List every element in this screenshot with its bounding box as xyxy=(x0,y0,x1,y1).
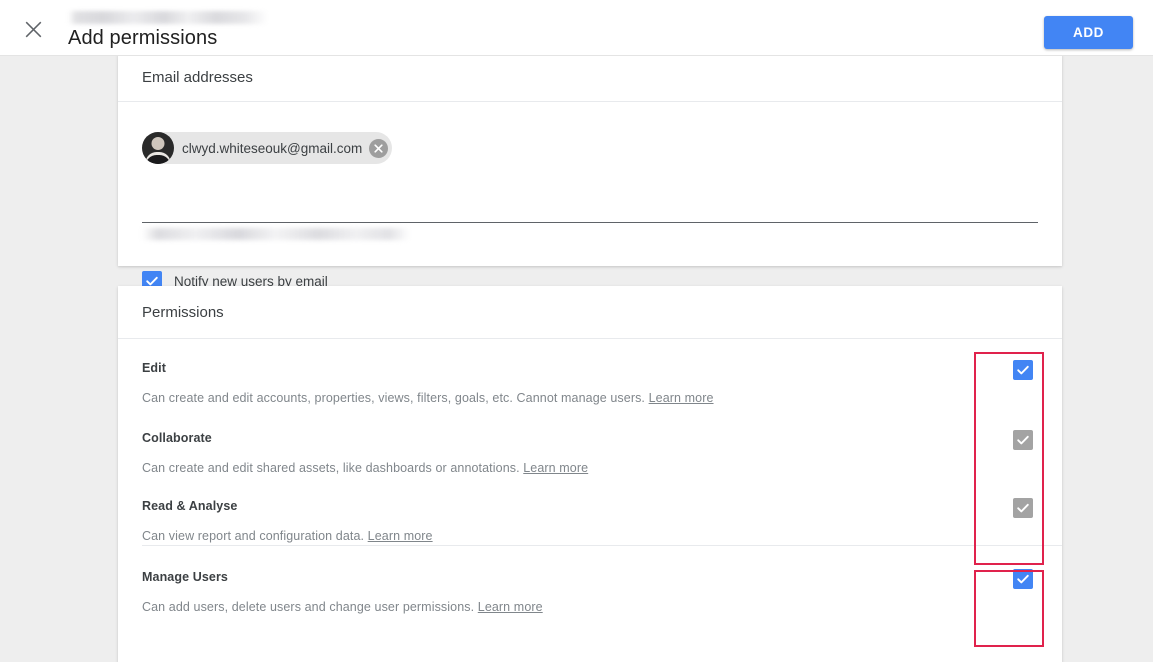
remove-chip-icon[interactable] xyxy=(369,138,389,158)
dialog-header: Add permissions ADD xyxy=(0,0,1153,56)
redacted-helper-text xyxy=(142,228,410,240)
permission-description-text: Can view report and configuration data. xyxy=(142,529,365,543)
learn-more-link[interactable]: Learn more xyxy=(368,529,433,543)
collaborate-permission-checkbox[interactable] xyxy=(1013,430,1033,450)
permission-checkbox-cell xyxy=(1013,430,1033,450)
add-button[interactable]: ADD xyxy=(1044,16,1133,49)
email-chip[interactable]: clwyd.whiteseouk@gmail.com xyxy=(142,132,393,164)
permission-checkbox-cell xyxy=(1013,498,1033,518)
redacted-breadcrumb xyxy=(68,11,268,24)
permission-description: Can view report and configuration data. … xyxy=(142,529,433,543)
permission-description: Can create and edit shared assets, like … xyxy=(142,461,588,475)
permissions-card: Permissions Edit Can create and edit acc… xyxy=(118,286,1062,662)
permission-row-manage-users[interactable]: Manage Users Can add users, delete users… xyxy=(118,546,1062,620)
email-chip-label: clwyd.whiteseouk@gmail.com xyxy=(182,140,363,156)
close-icon xyxy=(25,21,42,38)
permission-checkbox-cell xyxy=(1013,569,1033,589)
email-addresses-card: Email addresses clwyd.whiteseouk@gmail.c… xyxy=(118,56,1062,291)
permission-name: Read & Analyse xyxy=(142,499,238,513)
permission-description-text: Can add users, delete users and change u… xyxy=(142,600,475,614)
permission-name: Collaborate xyxy=(142,431,212,445)
permission-row-edit[interactable]: Edit Can create and edit accounts, prope… xyxy=(118,339,1062,409)
permission-description-text: Can create and edit shared assets, like … xyxy=(142,461,520,475)
permissions-list: Edit Can create and edit accounts, prope… xyxy=(118,339,1062,620)
email-input-underline[interactable] xyxy=(142,222,1038,223)
email-chip-row: clwyd.whiteseouk@gmail.com xyxy=(142,132,1038,166)
manage-users-permission-checkbox[interactable] xyxy=(1013,569,1033,589)
learn-more-link[interactable]: Learn more xyxy=(649,391,714,405)
permission-name: Manage Users xyxy=(142,570,228,584)
email-card-header: Email addresses xyxy=(118,56,1062,102)
permission-description: Can add users, delete users and change u… xyxy=(142,600,543,614)
permission-name: Edit xyxy=(142,361,167,375)
avatar xyxy=(142,132,174,164)
permissions-card-header: Permissions xyxy=(118,286,1062,339)
learn-more-link[interactable]: Learn more xyxy=(478,600,543,614)
permission-description: Can create and edit accounts, properties… xyxy=(142,391,714,405)
learn-more-link[interactable]: Learn more xyxy=(523,461,588,475)
close-dialog-button[interactable] xyxy=(19,15,47,43)
email-section-title: Email addresses xyxy=(142,69,253,86)
permission-description-text: Can create and edit accounts, properties… xyxy=(142,391,646,405)
permission-checkbox-cell xyxy=(1013,360,1033,380)
page-title: Add permissions xyxy=(68,27,218,49)
permission-row-collaborate[interactable]: Collaborate Can create and edit shared a… xyxy=(118,409,1062,477)
edit-permission-checkbox[interactable] xyxy=(1013,360,1033,380)
dialog-content[interactable]: Email addresses clwyd.whiteseouk@gmail.c… xyxy=(0,56,1153,662)
permission-row-read-analyse[interactable]: Read & Analyse Can view report and confi… xyxy=(118,477,1062,545)
permissions-section-title: Permissions xyxy=(142,303,224,321)
read-analyse-permission-checkbox[interactable] xyxy=(1013,498,1033,518)
